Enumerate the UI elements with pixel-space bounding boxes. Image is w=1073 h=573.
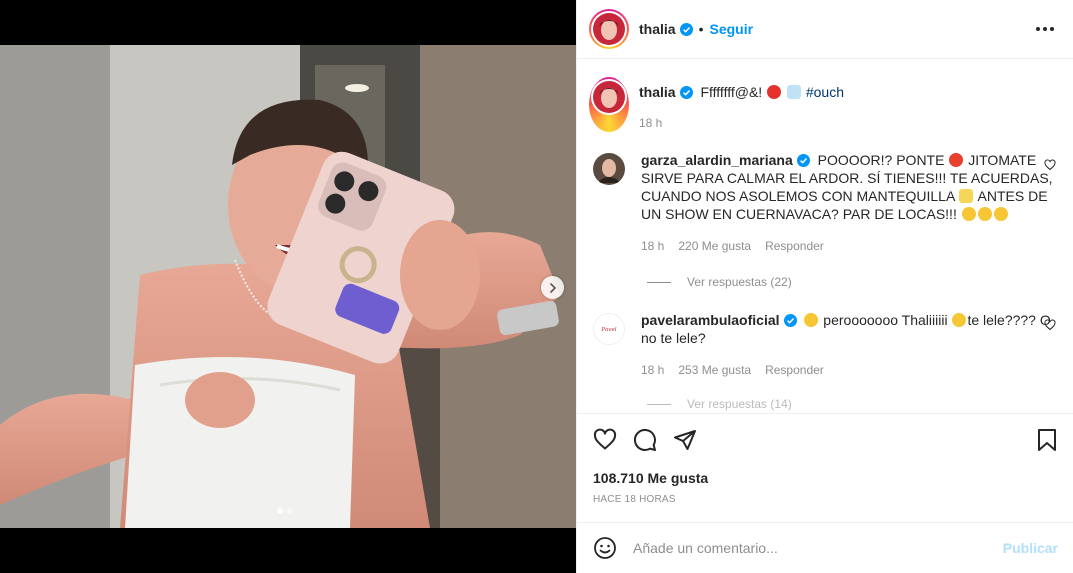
emoji-picker-button[interactable] [593, 536, 617, 560]
view-replies-button[interactable]: Ver respuestas (22) [647, 275, 1060, 289]
more-options-button[interactable] [1030, 21, 1060, 37]
smiley-icon [594, 537, 616, 559]
likes-count[interactable]: 108.710 Me gusta [593, 470, 1058, 486]
share-button[interactable] [673, 428, 697, 452]
caption-text: Ffffffff@&! [700, 84, 763, 100]
post-side-panel: thalia • Seguir thalia Ffffffff@&! #ouch… [576, 0, 1073, 573]
comment-text-part1: POOOOR!? PONTE [817, 152, 945, 168]
laughing-emoji-icon [993, 207, 1008, 221]
comments-list[interactable]: thalia Ffffffff@&! #ouch 18 h garza_alar… [577, 60, 1073, 413]
author-username[interactable]: thalia [639, 21, 676, 37]
comment-username[interactable]: pavelarambulaoficial [641, 312, 780, 328]
comment-likes[interactable]: 253 Me gusta [678, 361, 751, 379]
replies-divider-line [647, 281, 671, 283]
post-caption: thalia Ffffffff@&! #ouch 18 h [589, 77, 1060, 132]
laughing-emoji-icon [977, 207, 992, 221]
more-horizontal-icon [1036, 27, 1040, 31]
carousel-dot [287, 508, 293, 514]
post-timestamp[interactable]: HACE 18 HORAS [593, 494, 1058, 505]
mirror-selfie-image [0, 45, 576, 528]
avatar [593, 13, 625, 45]
comment-item: Pavel pavelarambulaoficial perooooooo Th… [589, 311, 1060, 379]
verified-badge-icon [679, 86, 693, 99]
chevron-right-icon [549, 282, 556, 293]
comment-text-part1: perooooooo Thaliiiiii [823, 312, 948, 328]
tomato-emoji-icon [949, 153, 964, 167]
like-button[interactable] [593, 428, 617, 452]
verified-badge-icon [679, 22, 693, 36]
comment-composer: Publicar [577, 522, 1073, 573]
carousel-next-button[interactable] [541, 276, 564, 299]
comment-input[interactable] [633, 540, 1003, 556]
view-replies-label: Ver respuestas (22) [687, 275, 792, 289]
angry-face-emoji-icon [767, 85, 782, 99]
commenter-avatar[interactable]: Pavel [593, 313, 625, 345]
commenter-avatar[interactable] [593, 153, 625, 185]
comment-time[interactable]: 18 h [641, 361, 664, 379]
carousel-dot-active [277, 508, 283, 514]
butter-emoji-icon [959, 189, 974, 203]
comment-time[interactable]: 18 h [641, 237, 664, 255]
post-actions: 108.710 Me gusta HACE 18 HORAS [577, 413, 1073, 521]
view-replies-button[interactable]: Ver respuestas (14) [647, 397, 1060, 411]
reply-button[interactable]: Responder [765, 237, 824, 255]
comment-item: garza_alardin_mariana POOOOR!? PONTE JIT… [589, 151, 1060, 255]
post-media [0, 0, 576, 573]
svg-text:Pavel: Pavel [600, 327, 616, 333]
publish-button[interactable]: Publicar [1003, 540, 1058, 556]
heart-icon [593, 428, 617, 450]
ice-cube-emoji-icon [786, 85, 801, 99]
save-button[interactable] [1036, 428, 1058, 452]
replies-divider-line [647, 403, 671, 405]
comment-icon [633, 428, 656, 451]
author-avatar-ring[interactable] [589, 9, 629, 49]
reply-button[interactable]: Responder [765, 361, 824, 379]
caption-username[interactable]: thalia [639, 84, 676, 100]
laughing-emoji-icon [961, 207, 976, 221]
comment-likes[interactable]: 220 Me gusta [678, 237, 751, 255]
screaming-face-emoji-icon [804, 313, 819, 327]
verified-badge-icon [796, 154, 810, 167]
caption-hashtag[interactable]: #ouch [806, 84, 844, 100]
paper-plane-icon [674, 430, 696, 450]
follow-button[interactable]: Seguir [709, 21, 753, 37]
comment-button[interactable] [633, 428, 657, 452]
comment-heart-icon[interactable] [1044, 319, 1056, 331]
header-separator: • [698, 21, 704, 37]
verified-badge-icon [783, 314, 797, 327]
frowning-face-emoji-icon [952, 313, 967, 327]
caption-avatar-ring[interactable] [589, 77, 629, 132]
bookmark-icon [1038, 429, 1056, 451]
comment-heart-icon[interactable] [1044, 159, 1056, 171]
post-photo[interactable] [0, 45, 576, 528]
post-header: thalia • Seguir [577, 0, 1073, 59]
carousel-indicator [277, 508, 293, 514]
view-replies-label: Ver respuestas (14) [687, 397, 792, 411]
caption-time[interactable]: 18 h [639, 114, 662, 132]
comment-username[interactable]: garza_alardin_mariana [641, 152, 793, 168]
avatar [593, 81, 625, 113]
